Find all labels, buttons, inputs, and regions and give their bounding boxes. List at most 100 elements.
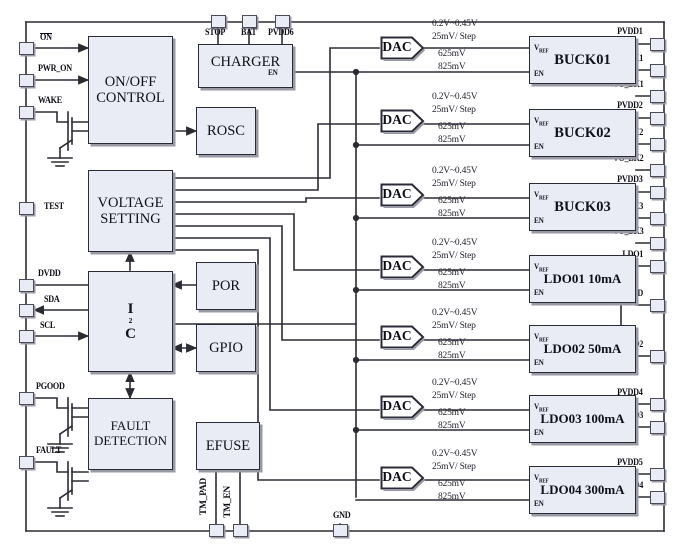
dac-spec-range-5: 0.2V~0.45V (432, 308, 478, 318)
pin-pad-ldo3[interactable] (650, 421, 665, 434)
regulator-en-label: EN (534, 287, 544, 297)
dac-spec-range-2: 0.2V~0.45V (432, 92, 478, 102)
regulator-vref-label: VREF (534, 189, 549, 202)
pin-pad-stop[interactable] (211, 15, 226, 28)
pin-pad-tm-en[interactable] (233, 524, 248, 537)
dac-spec-step-4: 25mV/ Step (432, 251, 476, 261)
pin-label-dvdd: DVDD (38, 269, 61, 279)
regulator-name: BUCK01 (554, 51, 611, 68)
pin-pad-ldo4[interactable] (650, 491, 665, 504)
pin-pad-vo-bk1[interactable] (650, 90, 665, 103)
block-por: POR (196, 262, 256, 310)
pin-label-tm-pad: TM_PAD (199, 478, 209, 516)
pin-label-wake: WAKE (38, 96, 62, 106)
pin-pad-fault[interactable] (19, 456, 34, 469)
dac-spec-v1-3: 625mV (438, 196, 466, 206)
pin-pad-wake[interactable] (19, 106, 34, 119)
fault-line1: FAULT (110, 418, 151, 434)
pin-pad-vo-bk3[interactable] (650, 237, 665, 250)
pin-label-on: ON (40, 33, 52, 43)
dac-block-1: DAC (379, 35, 426, 61)
dac-spec-v1-6: 625mV (438, 408, 466, 418)
regulator-vref-label: VREF (534, 261, 549, 274)
pin-pad-bat[interactable] (242, 15, 257, 28)
pin-pad-test[interactable] (19, 202, 34, 215)
dac-spec-step-3: 25mV/ Step (432, 179, 476, 189)
pin-pad-pvdd1[interactable] (650, 38, 665, 51)
regulator-name: LDO01 10mA (543, 270, 622, 286)
pin-pad-pvdd2[interactable] (650, 112, 665, 125)
dac-block-6: DAC (379, 394, 426, 420)
pin-pad-gnd[interactable] (333, 524, 348, 537)
dac-block-4: DAC (379, 254, 426, 280)
rosc-label: ROSC (207, 122, 245, 139)
pin-label-pvdd6: PVDD6 (268, 28, 294, 38)
pin-pad-pvdd3[interactable] (650, 186, 665, 199)
regulator-vref-label: VREF (534, 115, 549, 128)
pin-label-scl: SCL (40, 321, 56, 331)
i2c-label: I2C (125, 300, 136, 342)
regulator-vref-label: VREF (534, 472, 549, 485)
pin-pad-ldo1[interactable] (650, 260, 665, 273)
pin-pad-pwr-on[interactable] (19, 74, 34, 87)
dac-label: DAC (382, 398, 412, 413)
dac-block-2: DAC (379, 108, 426, 134)
dac-label: DAC (382, 112, 412, 127)
dac-label: DAC (382, 186, 412, 201)
dac-spec-v1-1: 625mV (438, 49, 466, 59)
pin-label-pwr-on: PWR_ON (38, 64, 72, 74)
dac-spec-v1-7: 625mV (438, 479, 466, 489)
regulator-en-label: EN (534, 427, 544, 437)
pin-pad-scl[interactable] (19, 330, 34, 343)
regulator-en-label: EN (534, 357, 544, 367)
block-rosc: ROSC (196, 107, 256, 155)
dac-spec-step-7: 25mV/ Step (432, 462, 476, 472)
regulator-vref-label: VREF (534, 42, 549, 55)
dac-spec-v2-3: 825mV (438, 209, 466, 219)
dac-spec-v2-2: 825mV (438, 135, 466, 145)
pin-pad-tm-pad[interactable] (209, 524, 224, 537)
pin-label-sda: SDA (44, 295, 60, 305)
pin-pad-on[interactable] (19, 42, 34, 55)
dac-spec-v2-5: 825mV (438, 351, 466, 361)
regulator-en-label: EN (534, 68, 544, 78)
pin-pad-lx3[interactable] (650, 212, 665, 225)
dac-spec-v1-5: 625mV (438, 338, 466, 348)
dac-spec-range-4: 0.2V~0.45V (432, 238, 478, 248)
block-fault-detection: FAULT DETECTION (88, 398, 173, 470)
pin-label-test: TEST (44, 202, 64, 212)
pin-pad-pvdd6[interactable] (275, 15, 290, 28)
pin-label-tm-en: TM_EN (223, 486, 233, 518)
regulator-vref-label: VREF (534, 401, 549, 414)
pin-label-pgood: PGOOD (36, 382, 65, 392)
pin-pad-pvdd4[interactable] (650, 398, 665, 411)
pin-pad-sda[interactable] (19, 304, 34, 317)
regulator-name: LDO02 50mA (543, 340, 622, 356)
pin-pad-pgood[interactable] (19, 392, 34, 405)
dac-label: DAC (382, 39, 412, 54)
dac-spec-v2-7: 825mV (438, 492, 466, 502)
dac-block-3: DAC (379, 182, 426, 208)
pin-pad-pvdd5[interactable] (650, 468, 665, 481)
dac-label: DAC (382, 258, 412, 273)
dac-spec-v2-1: 825mV (438, 62, 466, 72)
dac-spec-range-3: 0.2V~0.45V (432, 166, 478, 176)
pin-pad-lx1[interactable] (650, 64, 665, 77)
pin-pad-lx2[interactable] (650, 138, 665, 151)
pin-pad-avdd[interactable] (650, 299, 665, 312)
dac-spec-step-6: 25mV/ Step (432, 391, 476, 401)
block-efuse: EFUSE (196, 422, 260, 470)
charger-en-label: EN (268, 67, 278, 77)
pin-pad-vo-bk2[interactable] (650, 164, 665, 177)
dac-spec-v1-4: 625mV (438, 268, 466, 278)
pin-label-fault: FAULT (36, 446, 62, 456)
gpio-label: GPIO (209, 339, 243, 356)
block-voltage-setting: VOLTAGE SETTING (88, 170, 173, 252)
dac-label: DAC (382, 469, 412, 484)
dac-spec-range-1: 0.2V~0.45V (432, 19, 478, 29)
regulator-en-label: EN (534, 498, 544, 508)
pin-pad-ldo2[interactable] (650, 350, 665, 363)
pin-pad-dvdd[interactable] (19, 279, 34, 292)
efuse-label: EFUSE (205, 437, 251, 454)
dac-spec-step-2: 25mV/ Step (432, 105, 476, 115)
